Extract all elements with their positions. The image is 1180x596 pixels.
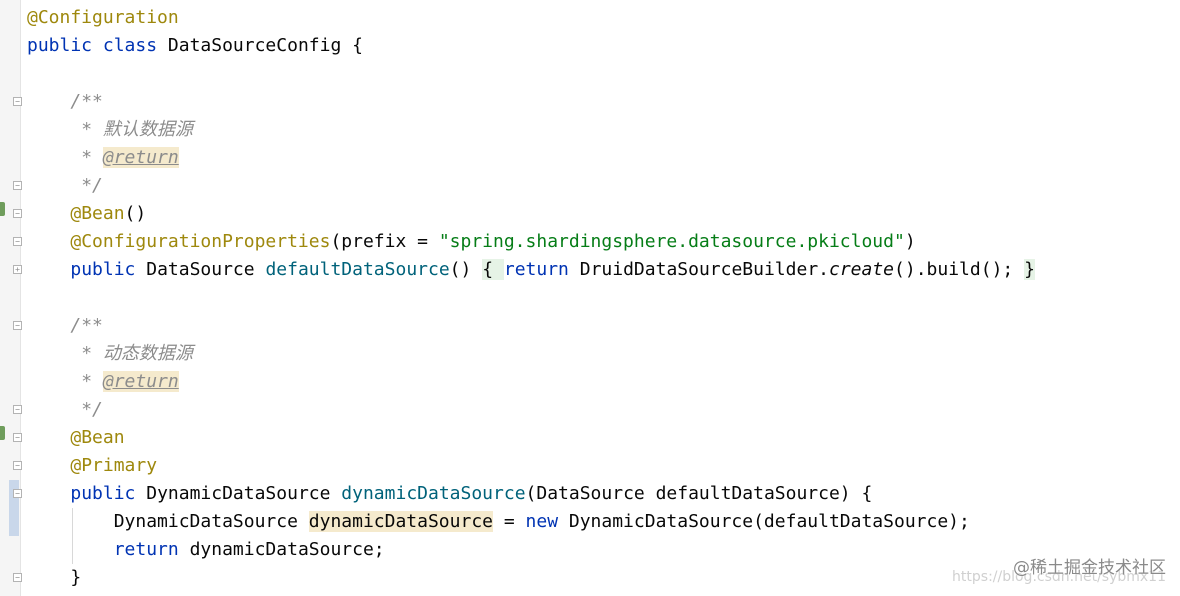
code-line[interactable]: DynamicDataSource dynamicDataSource = ne…	[27, 508, 1035, 536]
code-token: /**	[70, 91, 103, 112]
code-token: public	[27, 35, 93, 56]
code-line[interactable]: @Bean()	[27, 200, 1035, 228]
code-token: DynamicDataSource	[135, 483, 342, 504]
fold-toggle-icon[interactable]: −	[13, 97, 22, 106]
code-token: DataSource	[135, 259, 266, 280]
code-token: @return	[102, 371, 179, 392]
code-token: */	[81, 175, 103, 196]
code-editor[interactable]: @Configuration public class DataSourceCon…	[27, 4, 1035, 592]
code-token: DynamicDataSource(defaultDataSource);	[558, 511, 970, 532]
code-line[interactable]: /**	[27, 88, 1035, 116]
code-token: "spring.shardingsphere.datasource.pkiclo…	[438, 231, 905, 252]
code-token: {	[482, 259, 504, 280]
code-token: DynamicDataSource	[27, 511, 309, 532]
code-line[interactable]: * 默认数据源	[27, 116, 1035, 144]
code-token: new	[525, 511, 559, 532]
fold-toggle-icon[interactable]: −	[13, 461, 22, 470]
code-token: DataSourceConfig {	[157, 35, 363, 56]
code-token: @Bean	[70, 427, 125, 448]
code-line[interactable]: @Configuration	[27, 4, 1035, 32]
code-token: (prefix =	[330, 231, 439, 252]
code-token: public	[70, 483, 136, 504]
code-token: create	[829, 259, 895, 280]
bean-gutter-icon[interactable]	[0, 426, 5, 440]
editor-gutter: − − − − + − − − − − −	[0, 0, 22, 596]
code-token: }	[1024, 259, 1035, 280]
juejin-watermark: @稀土掘金技术社区	[1013, 558, 1166, 578]
code-token: dynamicDataSource;	[178, 539, 385, 560]
fold-toggle-icon[interactable]: −	[13, 405, 22, 414]
fold-expand-icon[interactable]: +	[13, 265, 22, 274]
code-token: (DataSource defaultDataSource) {	[525, 483, 873, 504]
fold-toggle-icon[interactable]: −	[13, 489, 22, 498]
code-token: * 默认数据源	[81, 119, 193, 140]
code-line[interactable]: public DataSource defaultDataSource() { …	[27, 256, 1035, 284]
code-line[interactable]: public class DataSourceConfig {	[27, 32, 1035, 60]
code-token: */	[81, 399, 103, 420]
fold-toggle-icon[interactable]: −	[13, 321, 22, 330]
code-line[interactable]: }	[27, 564, 1035, 592]
code-token: @Configuration	[27, 7, 179, 28]
fold-toggle-icon[interactable]: −	[13, 181, 22, 190]
fold-toggle-icon[interactable]: −	[13, 209, 22, 218]
code-line[interactable]: * 动态数据源	[27, 340, 1035, 368]
code-token: return	[503, 259, 569, 280]
code-line[interactable]: */	[27, 172, 1035, 200]
code-line[interactable]: public DynamicDataSource dynamicDataSour…	[27, 480, 1035, 508]
code-token: dynamicDataSource	[308, 511, 493, 532]
code-token: *	[81, 371, 103, 392]
fold-toggle-icon[interactable]: −	[13, 573, 22, 582]
code-line[interactable]: */	[27, 396, 1035, 424]
code-token: return	[113, 539, 179, 560]
code-token: @Bean	[70, 203, 125, 224]
fold-toggle-icon[interactable]: −	[13, 433, 22, 442]
code-token: defaultDataSource	[265, 259, 450, 280]
code-token: /**	[70, 315, 103, 336]
code-token: @return	[102, 147, 179, 168]
code-token: public	[70, 259, 136, 280]
code-line[interactable]: * @return	[27, 144, 1035, 172]
code-token: ()	[124, 203, 147, 224]
code-line[interactable]: @Bean	[27, 424, 1035, 452]
code-token: )	[904, 231, 916, 252]
code-token: ()	[449, 259, 483, 280]
code-token: DruidDataSourceBuilder.	[568, 259, 829, 280]
code-line[interactable]: @ConfigurationProperties(prefix = "sprin…	[27, 228, 1035, 256]
code-token: * 动态数据源	[81, 343, 193, 364]
code-line[interactable]: * @return	[27, 368, 1035, 396]
code-line[interactable]: @Primary	[27, 452, 1035, 480]
code-token: }	[27, 567, 82, 588]
code-token: @ConfigurationProperties	[70, 231, 331, 252]
code-line[interactable]	[27, 284, 1035, 312]
code-line[interactable]	[27, 60, 1035, 88]
code-token: @Primary	[70, 455, 158, 476]
code-token: dynamicDataSource	[341, 483, 526, 504]
bean-gutter-icon[interactable]	[0, 202, 5, 216]
code-line[interactable]: return dynamicDataSource;	[27, 536, 1035, 564]
code-token: class	[102, 35, 158, 56]
code-token: ().build();	[894, 259, 1025, 280]
fold-toggle-icon[interactable]: −	[13, 237, 22, 246]
code-line[interactable]: /**	[27, 312, 1035, 340]
code-token: =	[493, 511, 526, 532]
code-token: *	[81, 147, 103, 168]
